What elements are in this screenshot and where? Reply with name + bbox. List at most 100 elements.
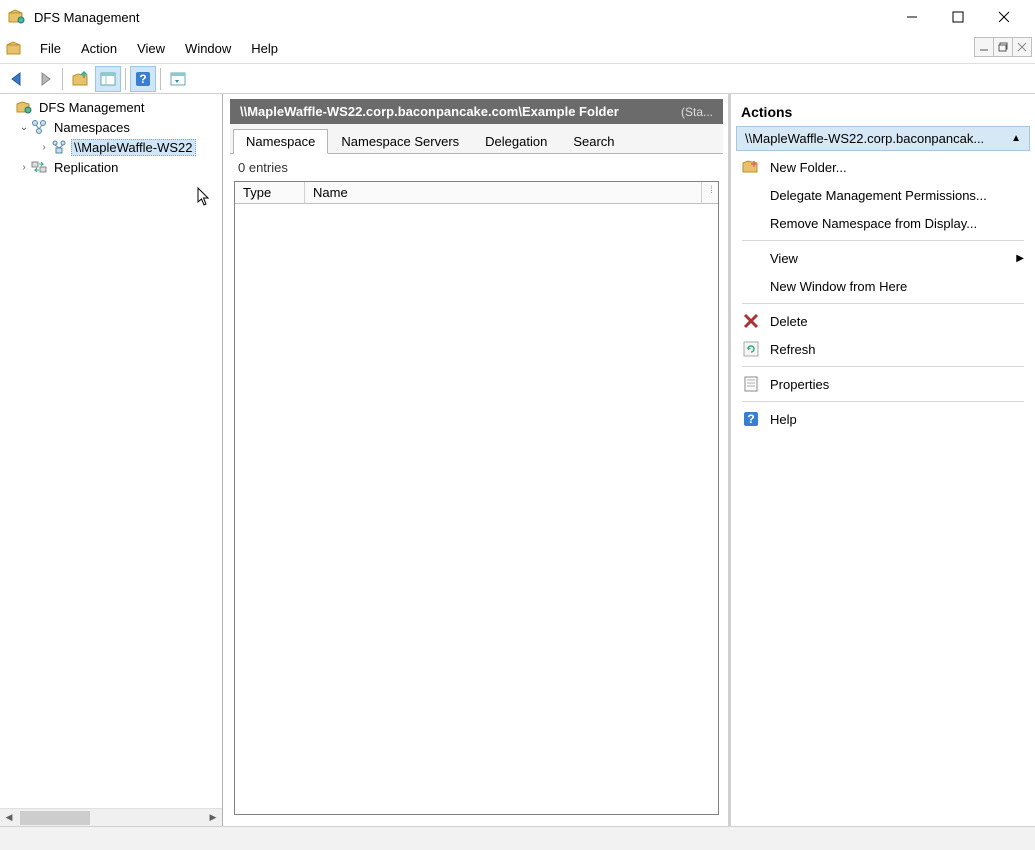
blank-icon <box>742 214 760 232</box>
menu-window[interactable]: Window <box>175 37 241 60</box>
scroll-thumb[interactable] <box>20 811 90 825</box>
close-button[interactable] <box>981 2 1027 32</box>
action-refresh-label: Refresh <box>770 342 1024 357</box>
blank-icon <box>742 186 760 204</box>
namespaces-icon <box>31 119 47 135</box>
console-tree[interactable]: DFS Management ⌄ Namespaces › \\MapleWaf… <box>0 94 222 808</box>
tab-namespace-servers[interactable]: Namespace Servers <box>328 129 472 153</box>
help-button[interactable]: ? <box>130 66 156 92</box>
column-name[interactable]: Name <box>305 182 702 204</box>
mdi-window-controls <box>975 37 1032 57</box>
action-delete[interactable]: Delete <box>736 307 1030 335</box>
tree-server[interactable]: › \\MapleWaffle-WS22 <box>2 137 220 157</box>
actions-separator <box>742 401 1024 402</box>
tree-replication-label: Replication <box>51 159 121 176</box>
menu-view[interactable]: View <box>127 37 175 60</box>
actions-pane: Actions \\MapleWaffle-WS22.corp.baconpan… <box>728 94 1035 826</box>
show-hide-action-button[interactable] <box>165 66 191 92</box>
action-delegate[interactable]: Delegate Management Permissions... <box>736 181 1030 209</box>
tree-root[interactable]: DFS Management <box>2 97 220 117</box>
toolbar-separator-2 <box>125 68 126 90</box>
chevron-right-icon[interactable]: › <box>37 142 51 153</box>
properties-icon <box>742 375 760 393</box>
action-refresh[interactable]: Refresh <box>736 335 1030 363</box>
action-view[interactable]: View ▶ <box>736 244 1030 272</box>
actions-separator <box>742 303 1024 304</box>
menu-file[interactable]: File <box>30 37 71 60</box>
action-delete-label: Delete <box>770 314 1024 329</box>
menu-bar: File Action View Window Help <box>0 34 1035 64</box>
entries-grid[interactable]: Type Name ⁞ <box>234 181 719 815</box>
dfs-root-icon <box>16 99 32 115</box>
column-type[interactable]: Type <box>235 182 305 204</box>
blank-icon <box>742 277 760 295</box>
up-button[interactable] <box>67 66 93 92</box>
window-titlebar: DFS Management <box>0 0 1035 34</box>
mdi-minimize-button[interactable] <box>974 37 994 57</box>
delete-icon <box>742 312 760 330</box>
action-new-folder-label: New Folder... <box>770 160 1024 175</box>
scroll-right-button[interactable]: ▶ <box>204 809 222 827</box>
action-new-window[interactable]: New Window from Here <box>736 272 1030 300</box>
tab-delegation[interactable]: Delegation <box>472 129 560 153</box>
action-view-label: View <box>770 251 1016 266</box>
action-new-folder[interactable]: New Folder... <box>736 153 1030 181</box>
menu-action[interactable]: Action <box>71 37 127 60</box>
action-delegate-label: Delegate Management Permissions... <box>770 188 1024 203</box>
svg-text:?: ? <box>139 72 146 86</box>
status-bar <box>0 826 1035 850</box>
app-icon <box>8 8 26 26</box>
toolbar: ? <box>0 64 1035 94</box>
action-properties[interactable]: Properties <box>736 370 1030 398</box>
center-header: \\MapleWaffle-WS22.corp.baconpancake.com… <box>230 99 723 124</box>
new-folder-icon <box>742 158 760 176</box>
submenu-arrow-icon: ▶ <box>1016 253 1024 264</box>
tab-search[interactable]: Search <box>560 129 627 153</box>
tree-namespaces-label: Namespaces <box>51 119 133 136</box>
center-header-extra: (Sta... <box>681 105 713 119</box>
action-new-window-label: New Window from Here <box>770 279 1024 294</box>
center-header-title: \\MapleWaffle-WS22.corp.baconpancake.com… <box>240 104 673 119</box>
back-button[interactable] <box>4 66 30 92</box>
blank-icon <box>742 249 760 267</box>
mdi-restore-button[interactable] <box>993 37 1013 57</box>
actions-title: Actions <box>731 98 1035 126</box>
center-pane: \\MapleWaffle-WS22.corp.baconpancake.com… <box>223 94 728 826</box>
main-content: DFS Management ⌄ Namespaces › \\MapleWaf… <box>0 94 1035 826</box>
app-menu-icon <box>6 40 24 58</box>
tree-server-label: \\MapleWaffle-WS22 <box>71 139 196 156</box>
chevron-right-icon[interactable]: › <box>17 162 31 173</box>
action-help[interactable]: ? Help <box>736 405 1030 433</box>
toolbar-separator-3 <box>160 68 161 90</box>
mdi-close-button[interactable] <box>1012 37 1032 57</box>
actions-context-header[interactable]: \\MapleWaffle-WS22.corp.baconpancak... ▲ <box>736 126 1030 151</box>
tab-namespace[interactable]: Namespace <box>233 129 328 154</box>
forward-button[interactable] <box>32 66 58 92</box>
tree-root-label: DFS Management <box>36 99 148 116</box>
action-remove-namespace-label: Remove Namespace from Display... <box>770 216 1024 231</box>
tree-namespaces[interactable]: ⌄ Namespaces <box>2 117 220 137</box>
tree-replication[interactable]: › Replication <box>2 157 220 177</box>
maximize-button[interactable] <box>935 2 981 32</box>
menu-help[interactable]: Help <box>241 37 288 60</box>
tab-strip: Namespace Namespace Servers Delegation S… <box>230 124 723 154</box>
action-remove-namespace[interactable]: Remove Namespace from Display... <box>736 209 1030 237</box>
svg-text:?: ? <box>747 412 754 426</box>
actions-context-label: \\MapleWaffle-WS22.corp.baconpancak... <box>745 131 1005 146</box>
actions-list: New Folder... Delegate Management Permis… <box>731 151 1035 435</box>
window-title: DFS Management <box>34 10 889 25</box>
entries-count-label: 0 entries <box>230 154 723 181</box>
column-resize-icon[interactable]: ⁞ <box>702 182 718 204</box>
show-hide-tree-button[interactable] <box>95 66 121 92</box>
refresh-icon <box>742 340 760 358</box>
scroll-left-button[interactable]: ◀ <box>0 809 18 827</box>
collapse-icon[interactable]: ▲ <box>1011 133 1021 144</box>
tree-horizontal-scrollbar[interactable]: ◀ ▶ <box>0 808 222 826</box>
server-icon <box>51 139 67 155</box>
help-icon: ? <box>742 410 760 428</box>
action-help-label: Help <box>770 412 1024 427</box>
minimize-button[interactable] <box>889 2 935 32</box>
replication-icon <box>31 159 47 175</box>
actions-separator <box>742 240 1024 241</box>
chevron-down-icon[interactable]: ⌄ <box>17 122 31 133</box>
